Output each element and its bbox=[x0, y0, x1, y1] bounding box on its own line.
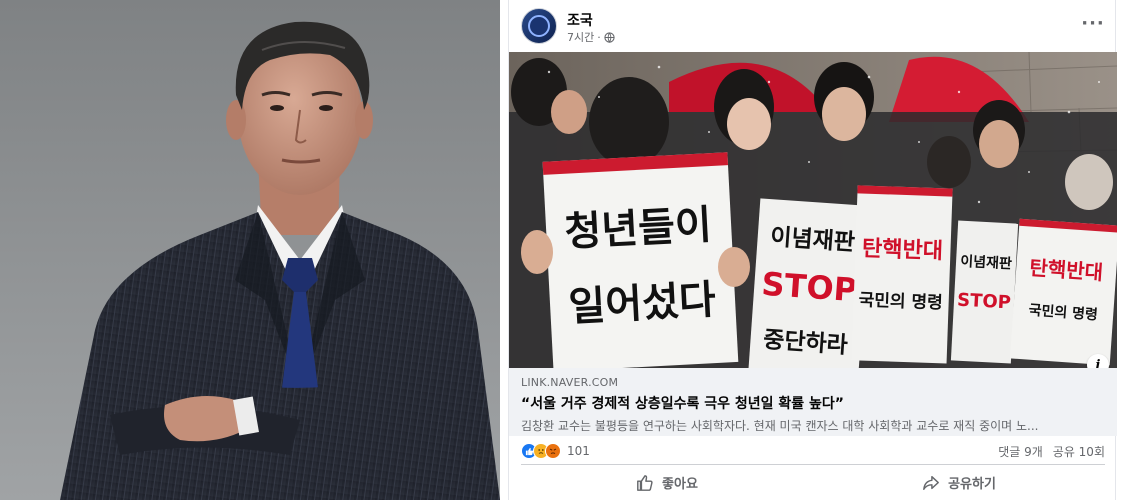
post-header: 조국 7시간 · ··· bbox=[509, 0, 1117, 52]
reaction-icons bbox=[521, 443, 561, 459]
sign3-line2: 국민의 명령 bbox=[858, 289, 943, 313]
avatar-image bbox=[528, 15, 550, 37]
post-stats: 101 댓글 9개 공유 10회 bbox=[509, 438, 1117, 464]
sign1-line2: 일어섰다 bbox=[567, 277, 717, 331]
like-label: 좋아요 bbox=[662, 477, 698, 492]
sign1-line1: 청년들이 bbox=[564, 202, 713, 256]
share-arrow-icon bbox=[923, 475, 939, 490]
meta-separator: · bbox=[597, 30, 601, 44]
rally-photo: 청년들이 일어섰다 이념재판 STOP 중단하라 탄핵반대 국민의 명령 이념재… bbox=[509, 52, 1117, 368]
comment-count[interactable]: 댓글 9개 bbox=[998, 443, 1043, 460]
sign4-line1: 이념재판 bbox=[960, 253, 1012, 273]
author-name[interactable]: 조국 bbox=[567, 10, 593, 30]
author-avatar[interactable] bbox=[521, 8, 557, 44]
globe-icon[interactable] bbox=[604, 31, 615, 43]
more-options-icon: ··· bbox=[1081, 13, 1105, 34]
link-domain: LINK.NAVER.COM bbox=[521, 376, 619, 389]
link-title[interactable]: “서울 거주 경제적 상층일수록 극우 청년일 확률 높다” bbox=[521, 393, 1105, 413]
more-options-button[interactable]: ··· bbox=[1081, 12, 1105, 36]
portrait-photo bbox=[0, 0, 500, 500]
sign4-line2: STOP bbox=[957, 290, 1012, 314]
link-preview[interactable]: LINK.NAVER.COM “서울 거주 경제적 상층일수록 극우 청년일 확… bbox=[509, 368, 1117, 436]
like-button[interactable]: 좋아요 bbox=[521, 466, 813, 500]
thumbs-up-icon bbox=[637, 474, 653, 491]
engagement-counts: 댓글 9개 공유 10회 bbox=[998, 443, 1105, 460]
post-image[interactable]: 청년들이 일어섰다 이념재판 STOP 중단하라 탄핵반대 국민의 명령 이념재… bbox=[509, 52, 1117, 368]
share-button[interactable]: 공유하기 bbox=[813, 466, 1105, 500]
portrait-image bbox=[0, 0, 500, 500]
sign5-line1: 탄핵반대 bbox=[1029, 256, 1104, 285]
share-label: 공유하기 bbox=[948, 477, 996, 492]
sign2-line2: STOP bbox=[760, 265, 858, 310]
reaction-count: 101 bbox=[567, 444, 590, 458]
link-description: 김창환 교수는 불평등을 연구하는 사회학자다. 현재 미국 캔자스 대학 사회… bbox=[521, 419, 1039, 433]
post-time[interactable]: 7시간 bbox=[567, 29, 594, 45]
reactions-summary[interactable]: 101 bbox=[521, 443, 590, 459]
screenshot-root: 조국 7시간 · ··· 청년들이 일어섰다 이념재판 STOP 중단하라 탄핵… bbox=[0, 0, 1123, 500]
angry-reaction-icon bbox=[545, 443, 561, 459]
post-actions: 좋아요 공유하기 bbox=[521, 464, 1105, 500]
share-count[interactable]: 공유 10회 bbox=[1053, 443, 1105, 460]
sign3-line1: 탄핵반대 bbox=[862, 237, 944, 265]
post-meta: 7시간 · bbox=[567, 29, 615, 45]
facebook-post: 조국 7시간 · ··· 청년들이 일어섰다 이념재판 STOP 중단하라 탄핵… bbox=[508, 0, 1117, 500]
